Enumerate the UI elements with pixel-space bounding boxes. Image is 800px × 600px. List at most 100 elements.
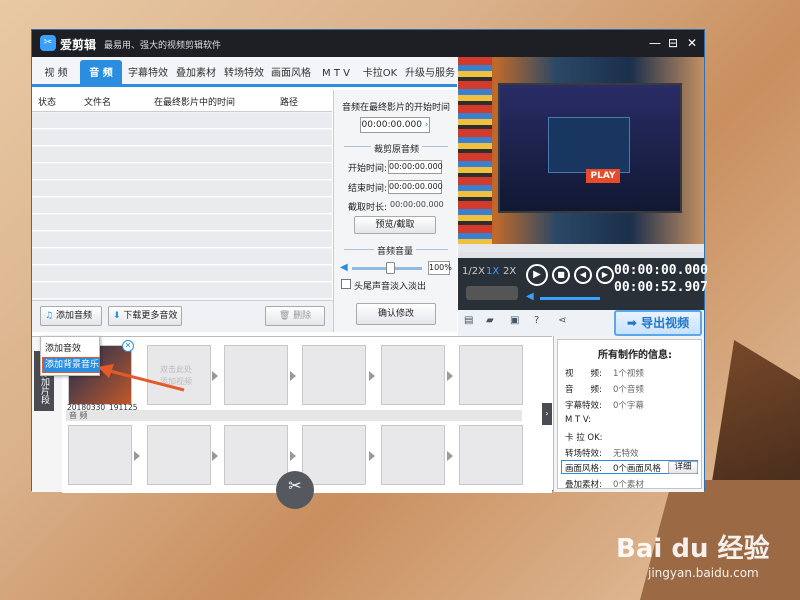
info-label-audio: 音 频:	[565, 385, 602, 395]
info-label-transitions: 转场特效:	[565, 449, 602, 459]
tab-picture-style[interactable]: 画面风格	[270, 63, 312, 85]
remove-clip-icon[interactable]: ✕	[122, 340, 134, 352]
empty-audio-slot[interactable]	[381, 425, 445, 485]
total-time: 00:00:52.907	[614, 280, 708, 295]
info-value-subtitle: 0个字幕	[613, 401, 644, 411]
export-icon: ➡	[626, 316, 637, 330]
empty-audio-slot[interactable]	[68, 425, 132, 485]
chevron-right-icon	[290, 451, 296, 461]
speed-2x[interactable]: 2X	[503, 266, 516, 277]
volume-value[interactable]: 100%	[428, 261, 452, 275]
tab-transitions[interactable]: 转场特效	[222, 63, 266, 85]
jog-wheel[interactable]	[466, 286, 518, 300]
chevron-right-icon	[369, 451, 375, 461]
current-time: 00:00:00.000	[614, 263, 708, 278]
share-icon[interactable]: ⋖	[558, 315, 566, 326]
chevron-right-icon	[212, 451, 218, 461]
duration-label: 截取时长:	[348, 203, 388, 213]
scissors-icon[interactable]: ✂	[276, 471, 314, 509]
maximize-button[interactable]: ⊟	[664, 34, 682, 52]
fade-checkbox[interactable]	[341, 279, 351, 289]
menu-item-add-sound-effect[interactable]: 添加音效	[45, 341, 81, 354]
empty-clip-slot[interactable]	[459, 345, 523, 405]
watermark-url: jingyan.baidu.com	[648, 566, 759, 580]
download-more-button[interactable]: ⬇ 下载更多音效	[108, 306, 182, 326]
tab-mtv[interactable]: M T V	[316, 63, 356, 85]
info-value-transitions: 无特效	[613, 449, 639, 459]
empty-audio-slot[interactable]	[459, 425, 523, 485]
download-icon: ⬇	[113, 311, 121, 321]
table-row	[32, 130, 332, 146]
export-label: 导出视频	[641, 316, 690, 330]
snapshot-icon[interactable]: ▤	[464, 315, 473, 326]
app-slogan: 最易用、强大的视频剪辑软件	[104, 41, 222, 51]
close-button[interactable]: ✕	[683, 34, 701, 52]
player-toolbar: ▤ ▰ ▣ ? ⋖ ➡ 导出视频	[458, 310, 704, 336]
folder-icon[interactable]: ▰	[486, 315, 494, 326]
info-value-picture-style: 0个画面风格	[613, 464, 661, 474]
speaker-icon: ◀	[526, 291, 534, 302]
fade-label: 头尾声音淡入淡出	[354, 282, 427, 292]
help-icon[interactable]: ?	[534, 315, 539, 326]
tab-subtitle-effects[interactable]: 字幕特效	[126, 63, 170, 85]
info-label-overlay: 叠加素材:	[565, 480, 602, 490]
empty-clip-slot[interactable]	[381, 345, 445, 405]
info-value-video: 1个视频	[613, 369, 644, 379]
minimize-button[interactable]: —	[646, 34, 664, 52]
export-video-button[interactable]: ➡ 导出视频	[614, 310, 702, 336]
empty-audio-slot[interactable]	[224, 425, 288, 485]
expand-panel-icon[interactable]: ›	[542, 403, 552, 425]
save-icon[interactable]: ▣	[510, 315, 519, 326]
info-label-subtitle: 字幕特效:	[565, 401, 602, 411]
start-time-value: 00:00:00.000	[361, 120, 422, 130]
start-time-input[interactable]: 00:00:00.000 ›	[360, 117, 430, 133]
rewind-icon[interactable]: ◀	[574, 266, 592, 284]
speed-half[interactable]: 1/2X	[462, 266, 485, 277]
tab-upgrade-service[interactable]: 升级与服务	[404, 63, 456, 85]
info-value-overlay: 0个素材	[613, 480, 644, 490]
forward-icon[interactable]: ▶	[596, 266, 614, 284]
volume-slider-handle[interactable]	[386, 262, 395, 274]
stop-icon[interactable]: ■	[552, 266, 570, 284]
empty-audio-slot[interactable]	[302, 425, 366, 485]
confirm-button[interactable]: 确认修改	[356, 303, 436, 325]
preview-trim-button[interactable]: 预览/截取	[354, 216, 436, 234]
audio-list: 状态 文件名 在最终影片中的时间 路径	[32, 90, 332, 300]
info-label-karaoke: 卡 拉 OK:	[565, 433, 603, 443]
watermark-brand: Bai du 经验	[616, 534, 770, 564]
chevron-right-icon	[369, 371, 375, 381]
tab-video[interactable]: 视 频	[36, 63, 76, 85]
table-row	[32, 198, 332, 214]
trim-end-input[interactable]: 00:00:00.000	[388, 180, 443, 194]
speed-1x[interactable]: 1X	[486, 266, 499, 277]
audio-settings-panel: 音频在最终影片的开始时间 00:00:00.000 › 裁剪原音频 开始时间: …	[333, 90, 457, 332]
table-row	[32, 215, 332, 231]
tab-karaoke[interactable]: 卡拉OK	[360, 63, 400, 85]
trash-icon: 🗑	[278, 311, 291, 321]
app-logo-icon: ✂	[40, 35, 56, 51]
empty-audio-slot[interactable]	[147, 425, 211, 485]
trim-start-input[interactable]: 00:00:00.000	[388, 160, 443, 174]
trim-end-label: 结束时间:	[348, 184, 388, 194]
tab-audio[interactable]: 音 频	[80, 60, 122, 87]
delete-button[interactable]: 🗑 删除	[265, 306, 325, 326]
menu-item-add-background-music[interactable]: 添加背景音乐	[42, 357, 100, 373]
play-icon[interactable]: ▶	[526, 264, 548, 286]
empty-clip-slot[interactable]	[302, 345, 366, 405]
add-audio-label: 添加音频	[55, 311, 92, 321]
player-volume-slider[interactable]	[540, 297, 600, 300]
table-row	[32, 147, 332, 163]
add-audio-menu: 添加音效 添加背景音乐	[40, 336, 100, 376]
delete-label: 删除	[293, 311, 312, 321]
empty-clip-slot[interactable]	[224, 345, 288, 405]
audio-table-header: 状态 文件名 在最终影片中的时间 路径	[32, 90, 332, 112]
table-row	[32, 164, 332, 180]
add-audio-button[interactable]: ♫ 添加音频	[40, 306, 102, 326]
tab-overlay[interactable]: 叠加素材	[174, 63, 218, 85]
details-button[interactable]: 详细	[668, 461, 698, 474]
chevron-right-icon: ›	[424, 120, 429, 130]
chevron-right-icon	[134, 451, 140, 461]
trim-title: 裁剪原音频	[371, 142, 423, 155]
playback-progress[interactable]	[458, 252, 704, 258]
start-time-title: 音频在最终影片的开始时间	[342, 103, 451, 113]
